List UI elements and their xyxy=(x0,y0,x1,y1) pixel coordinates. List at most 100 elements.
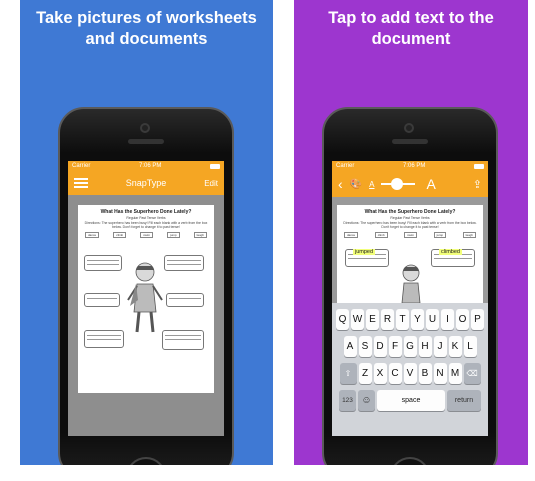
answer-bubble[interactable] xyxy=(84,293,120,307)
key[interactable]: I xyxy=(441,309,454,330)
answer-bubble[interactable] xyxy=(84,255,122,271)
word-bank-item: laugh xyxy=(462,232,476,238)
key[interactable]: B xyxy=(418,363,432,384)
word-bank: dance climb swim jump laugh xyxy=(85,232,207,238)
left-phone-screen: Carrier 7:06 PM SnapType Edit What Has t… xyxy=(68,161,224,436)
key[interactable]: A xyxy=(343,336,357,357)
carrier-label: Carrier xyxy=(336,163,355,169)
keyboard-row: Q W E R T Y U I O P xyxy=(334,309,486,330)
word-bank-item: laugh xyxy=(193,232,207,238)
key[interactable]: F xyxy=(388,336,402,357)
doc-directions: Directions: The superhero has been busy!… xyxy=(343,221,477,229)
doc-directions: Directions: The superhero has been busy!… xyxy=(84,221,208,229)
answer-bubble[interactable] xyxy=(84,330,124,348)
nav-bar: SnapType Edit xyxy=(68,171,224,195)
delete-key[interactable]: ⌫ xyxy=(463,363,481,384)
carrier-label: Carrier xyxy=(72,163,91,169)
key[interactable]: C xyxy=(388,363,402,384)
key[interactable]: V xyxy=(403,363,417,384)
key[interactable]: X xyxy=(373,363,387,384)
worksheet-document: What Has the Superhero Done Lately? Regu… xyxy=(337,205,483,305)
nav-title: SnapType xyxy=(125,178,167,188)
word-bank: dance climb swim jump laugh xyxy=(344,232,476,238)
answer-bubble[interactable] xyxy=(162,330,204,350)
key[interactable]: P xyxy=(471,309,484,330)
key[interactable]: G xyxy=(403,336,417,357)
battery-icon xyxy=(473,163,484,169)
key[interactable]: W xyxy=(351,309,364,330)
status-bar: Carrier 7:06 PM xyxy=(332,161,488,171)
doc-title: What Has the Superhero Done Lately? xyxy=(364,209,456,215)
typed-answer[interactable]: jumped xyxy=(353,249,376,255)
status-bar: Carrier 7:06 PM xyxy=(68,161,224,171)
onscreen-keyboard: Q W E R T Y U I O P A S D F G H J K L ⇧ … xyxy=(332,303,488,436)
edit-button[interactable]: Edit xyxy=(204,179,218,188)
space-key[interactable]: space xyxy=(377,390,445,411)
key[interactable]: U xyxy=(426,309,439,330)
answer-bubble[interactable] xyxy=(164,255,204,271)
key[interactable]: E xyxy=(366,309,379,330)
typed-answer[interactable]: climbed xyxy=(439,249,462,255)
menu-icon[interactable] xyxy=(74,178,88,188)
key[interactable]: Y xyxy=(411,309,424,330)
right-phone: Carrier 7:06 PM ‹ 🎨 A A ⇪ What Has the S… xyxy=(322,107,498,465)
speaker-grille xyxy=(392,139,428,144)
worksheet-document: What Has the Superhero Done Lately? Regu… xyxy=(78,205,214,393)
superhero-illustration xyxy=(127,262,163,333)
camera-icon xyxy=(140,123,150,133)
return-key[interactable]: return xyxy=(447,390,481,411)
numbers-key[interactable]: 123 xyxy=(339,390,356,411)
text-size-slider[interactable] xyxy=(381,178,416,190)
key[interactable]: S xyxy=(358,336,372,357)
home-button[interactable] xyxy=(126,457,166,465)
key[interactable]: Z xyxy=(358,363,372,384)
superhero-illustration xyxy=(401,264,421,303)
slider-knob[interactable] xyxy=(391,178,404,190)
word-bank-item: climb xyxy=(374,232,388,238)
key[interactable]: H xyxy=(418,336,432,357)
clock-label: 7:06 PM xyxy=(138,163,162,169)
key[interactable]: L xyxy=(463,336,477,357)
back-icon[interactable]: ‹ xyxy=(338,176,343,192)
key[interactable]: R xyxy=(381,309,394,330)
editing-toolbar: ‹ 🎨 A A ⇪ xyxy=(332,171,488,197)
doc-subtitle: Regular Past Tense Verbs xyxy=(390,216,430,220)
keyboard-row: 123 ☺ space return xyxy=(334,390,486,411)
battery-icon xyxy=(209,163,220,169)
word-bank-item: jump xyxy=(167,232,180,238)
word-bank-item: dance xyxy=(85,232,100,238)
right-headline: Tap to add text to the document xyxy=(328,9,494,48)
answer-bubble[interactable] xyxy=(166,293,204,307)
camera-icon xyxy=(404,123,414,133)
shift-key[interactable]: ⇧ xyxy=(339,363,357,384)
word-bank-item: swim xyxy=(404,232,418,238)
key[interactable]: T xyxy=(396,309,409,330)
key[interactable]: K xyxy=(448,336,462,357)
right-phone-screen: Carrier 7:06 PM ‹ 🎨 A A ⇪ What Has the S… xyxy=(332,161,488,436)
home-button[interactable] xyxy=(390,457,430,465)
word-bank-item: climb xyxy=(113,232,127,238)
speaker-grille xyxy=(128,139,164,144)
small-text-size-icon[interactable]: A xyxy=(369,180,374,189)
key[interactable]: O xyxy=(456,309,469,330)
app-store-screenshots: Take pictures of worksheets and document… xyxy=(0,0,535,481)
word-bank-item: jump xyxy=(433,232,447,238)
clock-label: 7:06 PM xyxy=(402,163,426,169)
left-promo-panel: Take pictures of worksheets and document… xyxy=(20,0,273,465)
share-icon[interactable]: ⇪ xyxy=(473,178,482,191)
doc-subtitle: Regular Past Tense Verbs xyxy=(126,216,166,220)
key[interactable]: M xyxy=(448,363,462,384)
large-text-size-icon[interactable]: A xyxy=(426,176,435,192)
word-bank-item: swim xyxy=(140,232,154,238)
keyboard-row: ⇧ Z X C V B N M ⌫ xyxy=(334,363,486,384)
palette-icon[interactable]: 🎨 xyxy=(350,179,362,190)
doc-title: What Has the Superhero Done Lately? xyxy=(100,209,192,215)
right-promo-panel: Tap to add text to the document Carrier … xyxy=(294,0,528,465)
left-phone: Carrier 7:06 PM SnapType Edit What Has t… xyxy=(58,107,234,465)
key[interactable]: Q xyxy=(336,309,349,330)
key[interactable]: D xyxy=(373,336,387,357)
emoji-key[interactable]: ☺ xyxy=(358,390,375,411)
keyboard-row: A S D F G H J K L xyxy=(334,336,486,357)
key[interactable]: N xyxy=(433,363,447,384)
key[interactable]: J xyxy=(433,336,447,357)
